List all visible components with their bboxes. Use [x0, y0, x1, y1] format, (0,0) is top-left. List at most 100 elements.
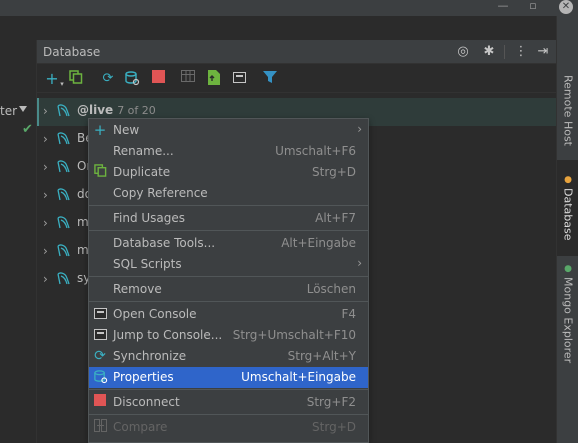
menu-item-shortcut: Alt+Eingabe — [281, 236, 356, 250]
datasource-icon — [57, 272, 70, 285]
menu-item-compare[interactable]: Compare Strg+D — [89, 417, 368, 438]
datasource-icon — [57, 244, 70, 257]
right-tool-strip: Remote Host ● Database ● Mongo Explorer — [556, 16, 578, 443]
menu-separator — [89, 276, 368, 277]
menu-item-shortcut: Strg+D — [312, 420, 356, 434]
chevron-right-icon[interactable]: › — [43, 104, 48, 118]
datasource-icon — [57, 104, 70, 117]
menu-item-disconnect[interactable]: Disconnect Strg+F2 — [89, 392, 368, 413]
menu-item-label: Find Usages — [113, 211, 186, 225]
sync-icon: ⟳ — [94, 348, 106, 364]
menu-item-shortcut: F4 — [341, 307, 356, 321]
title-bar: — ▫ ✕ — [0, 0, 578, 16]
tree-item-name: m — [77, 215, 89, 229]
menu-item-find-usages[interactable]: Find Usages Alt+F7 — [89, 208, 368, 229]
menu-item-properties[interactable]: Properties Umschalt+Eingabe — [89, 367, 368, 388]
menu-item-shortcut: Alt+F7 — [315, 211, 356, 225]
copy-icon[interactable] — [67, 70, 85, 88]
menu-item-shortcut: Strg+Umschalt+F10 — [232, 328, 356, 342]
table-icon[interactable] — [179, 70, 197, 88]
submenu-arrow-icon: › — [357, 256, 362, 270]
restore-icon[interactable]: ▫ — [526, 0, 540, 14]
schema-icon[interactable] — [123, 70, 141, 88]
chevron-right-icon[interactable]: › — [43, 216, 48, 230]
menu-item-synchronize[interactable]: ⟳ Synchronize Strg+Alt+Y — [89, 346, 368, 367]
target-icon[interactable]: ◎ — [454, 43, 472, 61]
console-icon[interactable] — [230, 70, 248, 88]
menu-item-new[interactable]: + New › — [89, 120, 368, 141]
panel-header: Database ◎ ✱ ⋮ ⇥ — [37, 40, 557, 64]
menu-item-label: Synchronize — [113, 349, 187, 363]
menu-separator — [89, 414, 368, 415]
menu-item-label: Remove — [113, 282, 162, 296]
menu-item-rename[interactable]: Rename... Umschalt+F6 — [89, 141, 368, 162]
menu-item-duplicate[interactable]: Duplicate Strg+D — [89, 162, 368, 183]
chevron-right-icon[interactable]: › — [43, 272, 48, 286]
console-icon — [92, 327, 108, 343]
menu-item-shortcut: Umschalt+F6 — [275, 144, 356, 158]
stop-icon[interactable] — [149, 70, 167, 88]
chevron-right-icon[interactable]: › — [43, 160, 48, 174]
menu-separator — [89, 301, 368, 302]
tab-mongo-explorer[interactable]: ● Mongo Explorer — [557, 260, 578, 368]
left-panel-label: ter — [0, 104, 18, 118]
menu-item-label: Disconnect — [113, 395, 180, 409]
chevron-right-icon[interactable]: › — [43, 188, 48, 202]
refresh-icon[interactable]: ⟳ — [99, 70, 117, 88]
menu-separator — [89, 205, 368, 206]
panel-title: Database — [43, 45, 101, 59]
menu-item-label: Jump to Console... — [113, 328, 223, 342]
menu-item-remove[interactable]: Remove Löschen — [89, 279, 368, 300]
menu-item-shortcut: Strg+Alt+Y — [287, 349, 356, 363]
filter-icon[interactable] — [261, 70, 279, 88]
database-tab-icon: ● — [564, 175, 572, 186]
menu-item-shortcut: Strg+D — [312, 165, 356, 179]
hide-panel-icon[interactable]: ⇥ — [534, 43, 552, 61]
menu-item-copy-reference[interactable]: Copy Reference — [89, 183, 368, 204]
tab-remote-host[interactable]: Remote Host — [557, 64, 578, 156]
database-toolbar: + ▾ ⟳ — [37, 65, 557, 93]
chevron-right-icon[interactable]: › — [43, 132, 48, 146]
menu-item-jump-to-console[interactable]: Jump to Console... Strg+Umschalt+F10 — [89, 325, 368, 346]
collapse-all-icon[interactable]: ✱ — [480, 43, 498, 61]
menu-item-database-tools[interactable]: Database Tools... Alt+Eingabe — [89, 233, 368, 254]
menu-item-label: Copy Reference — [113, 186, 208, 200]
tree-item-name: m — [77, 243, 89, 257]
menu-item-sql-scripts[interactable]: SQL Scripts › — [89, 254, 368, 275]
tree-item-name: @live — [77, 103, 114, 117]
chevron-right-icon[interactable]: › — [43, 244, 48, 258]
left-partial-panel: ter ✔ — [0, 16, 36, 443]
menu-item-shortcut: Umschalt+Eingabe — [241, 370, 356, 384]
caret-down-icon[interactable] — [19, 106, 27, 112]
tab-label: Database — [561, 188, 575, 241]
tab-label: Remote Host — [561, 74, 575, 146]
menu-item-open-console[interactable]: Open Console F4 — [89, 304, 368, 325]
copy-icon — [92, 164, 108, 180]
menu-item-label: Rename... — [113, 144, 174, 158]
more-options-icon[interactable]: ⋮ — [512, 43, 530, 61]
close-window-icon[interactable]: ✕ — [559, 0, 573, 14]
tab-database[interactable]: ● Database — [557, 160, 578, 256]
datasource-icon — [57, 132, 70, 145]
datasource-icon — [57, 216, 70, 229]
menu-item-label: SQL Scripts — [113, 257, 182, 271]
datasource-icon — [57, 188, 70, 201]
mongo-leaf-icon: ● — [564, 264, 572, 275]
menu-item-label: Open Console — [113, 307, 197, 321]
menu-item-label: New — [113, 123, 140, 137]
tab-label: Mongo Explorer — [561, 277, 575, 364]
compare-icon — [92, 419, 108, 435]
menu-item-label: Duplicate — [113, 165, 171, 179]
ddl-file-icon[interactable] — [205, 70, 223, 88]
menu-item-label: Properties — [113, 370, 174, 384]
menu-item-shortcut: Löschen — [306, 282, 356, 296]
menu-separator — [89, 389, 368, 390]
context-menu: + New › Rename... Umschalt+F6 Duplicate … — [88, 118, 369, 443]
menu-item-label: Compare — [113, 420, 168, 434]
plus-icon: + — [93, 121, 107, 139]
menu-item-label: Database Tools... — [113, 236, 216, 250]
minimize-icon[interactable]: — — [496, 0, 510, 14]
header-divider — [504, 45, 505, 59]
menu-item-shortcut: Strg+F2 — [306, 395, 356, 409]
check-icon: ✔ — [22, 122, 33, 137]
